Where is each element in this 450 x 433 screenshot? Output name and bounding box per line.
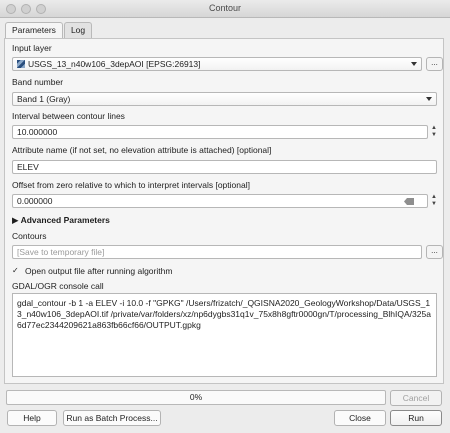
- open-output-checkbox[interactable]: ✓: [12, 267, 21, 276]
- interval-label: Interval between contour lines: [12, 111, 125, 121]
- tab-bar: Parameters Log: [5, 22, 93, 38]
- console-call-text[interactable]: gdal_contour -b 1 -a ELEV -i 10.0 -f "GP…: [12, 293, 437, 377]
- title-bar: Contour: [0, 0, 450, 18]
- input-layer-browse-button[interactable]: ...: [426, 57, 443, 71]
- chevron-down-icon: [426, 97, 432, 101]
- offset-value: 0.000000: [17, 196, 53, 206]
- input-layer-label: Input layer: [12, 43, 52, 53]
- tab-parameters[interactable]: Parameters: [5, 22, 63, 38]
- spin-down-icon[interactable]: ▼: [430, 201, 438, 208]
- spin-up-icon[interactable]: ▲: [430, 194, 438, 201]
- close-button[interactable]: Close: [334, 410, 386, 426]
- run-as-batch-button[interactable]: Run as Batch Process...: [63, 410, 161, 426]
- attribute-name-label: Attribute name (if not set, no elevation…: [12, 145, 272, 155]
- tab-log[interactable]: Log: [63, 22, 93, 38]
- chevron-down-icon: [411, 62, 417, 66]
- console-call-label: GDAL/OGR console call: [12, 281, 104, 291]
- offset-input[interactable]: 0.000000: [12, 194, 428, 208]
- advanced-parameters-toggle[interactable]: ▶ Advanced Parameters: [12, 215, 110, 226]
- raster-layer-icon: [17, 60, 25, 68]
- clear-icon[interactable]: [404, 198, 414, 205]
- band-number-value: Band 1 (Gray): [17, 94, 71, 104]
- contours-browse-button[interactable]: ...: [426, 245, 443, 259]
- interval-spinner[interactable]: ▲ ▼: [430, 125, 438, 139]
- window-title: Contour: [208, 3, 242, 13]
- offset-spinner[interactable]: ▲ ▼: [430, 194, 438, 208]
- advanced-parameters-label: Advanced Parameters: [20, 215, 110, 225]
- attribute-name-input[interactable]: ELEV: [12, 160, 437, 174]
- open-output-label[interactable]: Open output file after running algorithm: [25, 266, 172, 276]
- progress-text: 0%: [189, 392, 203, 402]
- contours-placeholder: [Save to temporary file]: [17, 247, 105, 257]
- offset-label: Offset from zero relative to which to in…: [12, 180, 250, 190]
- run-button[interactable]: Run: [390, 410, 442, 426]
- contours-output-field[interactable]: [Save to temporary file]: [12, 245, 422, 259]
- progress-bar: 0%: [6, 390, 386, 405]
- contours-label: Contours: [12, 231, 47, 241]
- band-number-label: Band number: [12, 77, 64, 87]
- spin-down-icon[interactable]: ▼: [430, 132, 438, 139]
- input-layer-value: USGS_13_n40w106_3depAOI [EPSG:26913]: [28, 59, 201, 69]
- band-number-combo[interactable]: Band 1 (Gray): [12, 92, 437, 106]
- input-layer-combo[interactable]: USGS_13_n40w106_3depAOI [EPSG:26913]: [12, 57, 422, 71]
- interval-input[interactable]: 10.000000: [12, 125, 428, 139]
- help-button[interactable]: Help: [7, 410, 57, 426]
- parameters-panel: Input layer USGS_13_n40w106_3depAOI [EPS…: [4, 38, 444, 384]
- spin-up-icon[interactable]: ▲: [430, 125, 438, 132]
- disclosure-triangle-icon: ▶: [12, 215, 21, 225]
- cancel-button[interactable]: Cancel: [390, 390, 442, 406]
